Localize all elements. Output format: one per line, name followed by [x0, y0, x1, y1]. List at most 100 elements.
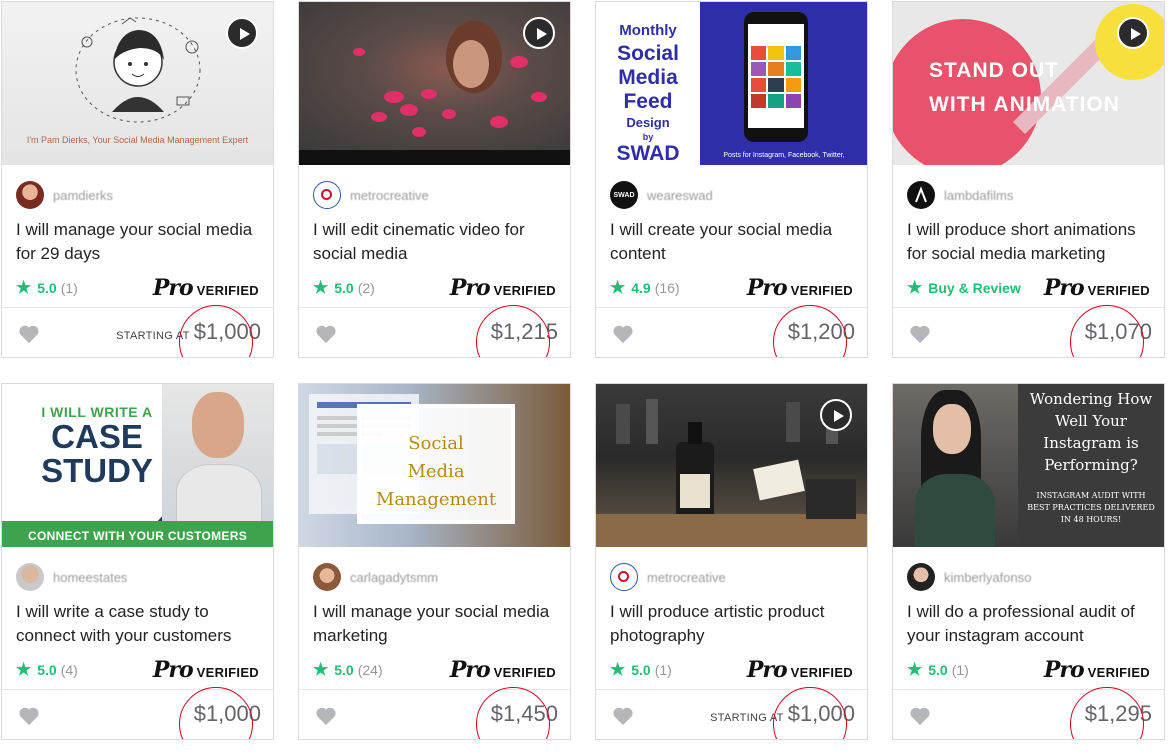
heart-icon[interactable] [18, 706, 40, 726]
thumbnail-caption: I'm Pam Dierks, Your Social Media Manage… [26, 135, 249, 145]
price-block[interactable]: $1,070 [1070, 305, 1152, 357]
rating: ★ 5.0 (1) [16, 279, 78, 296]
heart-icon[interactable] [315, 324, 337, 344]
gig-thumbnail[interactable] [596, 384, 867, 547]
seller-name[interactable]: carlagadytsmm [350, 570, 438, 585]
review-count: (2) [357, 279, 375, 296]
pro-label: Pro [152, 275, 194, 301]
phone-mockup [744, 12, 808, 142]
gig-card[interactable]: metrocreative I will produce artistic pr… [595, 383, 868, 740]
card-footer: $1,295 [893, 687, 1164, 739]
gig-thumbnail[interactable]: Monthly Social Media Feed Design by SWAD… [596, 2, 867, 165]
seller-info[interactable]: lambdafilms [907, 178, 1013, 212]
thumb-line: STUDY [41, 452, 153, 489]
seller-name[interactable]: kimberlyafonso [944, 570, 1031, 585]
thumbnail-headline: Wondering How Well Your Instagram is Per… [1018, 388, 1164, 526]
avatar[interactable] [313, 563, 341, 591]
gig-card[interactable]: STAND OUT WITH ANIMATION lambdafilms I w… [892, 1, 1165, 358]
price[interactable]: $1,295 [1085, 701, 1152, 727]
gig-card[interactable]: I WILL WRITE A CASE STUDY CONNECT WITH Y… [1, 383, 274, 740]
price[interactable]: $1,070 [1085, 319, 1152, 345]
price-block[interactable]: $1,450 [476, 687, 558, 739]
seller-name[interactable]: homeestates [53, 570, 127, 585]
gig-thumbnail[interactable]: I'm Pam Dierks, Your Social Media Manage… [2, 2, 273, 165]
heart-icon[interactable] [612, 706, 634, 726]
gig-title[interactable]: I will produce artistic product photogra… [610, 600, 858, 648]
avatar[interactable] [907, 563, 935, 591]
rating-score: 5.0 [334, 279, 354, 296]
price-block[interactable]: $1,200 [773, 305, 855, 357]
gig-card[interactable]: Wondering How Well Your Instagram is Per… [892, 383, 1165, 740]
gig-card[interactable]: Monthly Social Media Feed Design by SWAD… [595, 1, 868, 358]
seller-info[interactable]: pamdierks [16, 178, 113, 212]
heart-icon[interactable] [18, 324, 40, 344]
pro-verified-badge: Pro VERIFIED [1044, 657, 1150, 683]
seller-info[interactable]: homeestates [16, 560, 127, 594]
thumb-line: Management [375, 489, 497, 510]
heart-icon[interactable] [909, 706, 931, 726]
seller-info[interactable]: carlagadytsmm [313, 560, 438, 594]
thumb-line: INSTAGRAM AUDIT WITH [1036, 491, 1146, 500]
thumb-line: Media [407, 461, 465, 482]
seller-info[interactable]: metrocreative [313, 178, 429, 212]
price-block[interactable]: STARTING AT $1,000 [710, 687, 855, 739]
play-icon[interactable] [1117, 17, 1149, 49]
avatar[interactable] [16, 181, 44, 209]
seller-info[interactable]: metrocreative [610, 560, 726, 594]
rating-score: 5.0 [928, 661, 948, 678]
gig-thumbnail[interactable]: STAND OUT WITH ANIMATION [893, 2, 1164, 165]
buy-review-label[interactable]: ★ Buy & Review [907, 279, 1021, 296]
price[interactable]: $1,200 [788, 319, 855, 345]
seller-name[interactable]: metrocreative [350, 188, 429, 203]
seller-name[interactable]: pamdierks [53, 188, 113, 203]
gig-title[interactable]: I will produce short animations for soci… [907, 218, 1155, 266]
play-icon[interactable] [523, 17, 555, 49]
play-icon[interactable] [820, 399, 852, 431]
gig-title[interactable]: I will manage your social media marketin… [313, 600, 561, 648]
heart-icon[interactable] [909, 324, 931, 344]
gig-thumbnail[interactable] [299, 2, 570, 165]
thumbnail-banner: CONNECT WITH YOUR CUSTOMERS [2, 521, 273, 547]
gig-card[interactable]: metrocreative I will edit cinematic vide… [298, 1, 571, 358]
avatar[interactable]: SWAD [610, 181, 638, 209]
price-block[interactable]: STARTING AT $1,000 [116, 305, 261, 357]
seller-name[interactable]: lambdafilms [944, 188, 1013, 203]
price[interactable]: $1,000 [194, 319, 261, 345]
review-count: (24) [357, 661, 383, 678]
gig-title[interactable]: I will create your social media content [610, 218, 858, 266]
gig-card[interactable]: I'm Pam Dierks, Your Social Media Manage… [1, 1, 274, 358]
avatar[interactable] [610, 563, 638, 591]
gig-thumbnail[interactable]: Social Media Management [299, 384, 570, 547]
avatar[interactable] [16, 563, 44, 591]
starting-at-label: STARTING AT [116, 330, 190, 342]
gig-thumbnail[interactable]: I WILL WRITE A CASE STUDY CONNECT WITH Y… [2, 384, 273, 547]
gig-thumbnail[interactable]: Wondering How Well Your Instagram is Per… [893, 384, 1164, 547]
gig-title[interactable]: I will write a case study to connect wit… [16, 600, 264, 648]
price[interactable]: $1,000 [194, 701, 261, 727]
pro-label: Pro [152, 657, 194, 683]
play-icon[interactable] [226, 17, 258, 49]
gig-card[interactable]: Social Media Management carlagadytsmm I … [298, 383, 571, 740]
heart-icon[interactable] [315, 706, 337, 726]
price[interactable]: $1,215 [491, 319, 558, 345]
price-block[interactable]: $1,215 [476, 305, 558, 357]
price-block[interactable]: $1,000 [179, 687, 261, 739]
heart-icon[interactable] [612, 324, 634, 344]
buy-review-text[interactable]: Buy & Review [928, 280, 1021, 296]
seller-name[interactable]: weareswad [647, 188, 713, 203]
seller-info[interactable]: SWAD weareswad [610, 178, 713, 212]
verified-label: VERIFIED [196, 283, 259, 298]
avatar[interactable] [907, 181, 935, 209]
gig-title[interactable]: I will edit cinematic video for social m… [313, 218, 561, 266]
seller-info[interactable]: kimberlyafonso [907, 560, 1031, 594]
price[interactable]: $1,450 [491, 701, 558, 727]
seller-name[interactable]: metrocreative [647, 570, 726, 585]
gig-title[interactable]: I will do a professional audit of your i… [907, 600, 1155, 648]
thumb-line: Media [618, 66, 678, 89]
rating-score: 4.9 [631, 279, 651, 296]
gig-title[interactable]: I will manage your social media for 29 d… [16, 218, 264, 266]
thumb-line: Design [626, 115, 670, 130]
avatar[interactable] [313, 181, 341, 209]
price[interactable]: $1,000 [788, 701, 855, 727]
price-block[interactable]: $1,295 [1070, 687, 1152, 739]
